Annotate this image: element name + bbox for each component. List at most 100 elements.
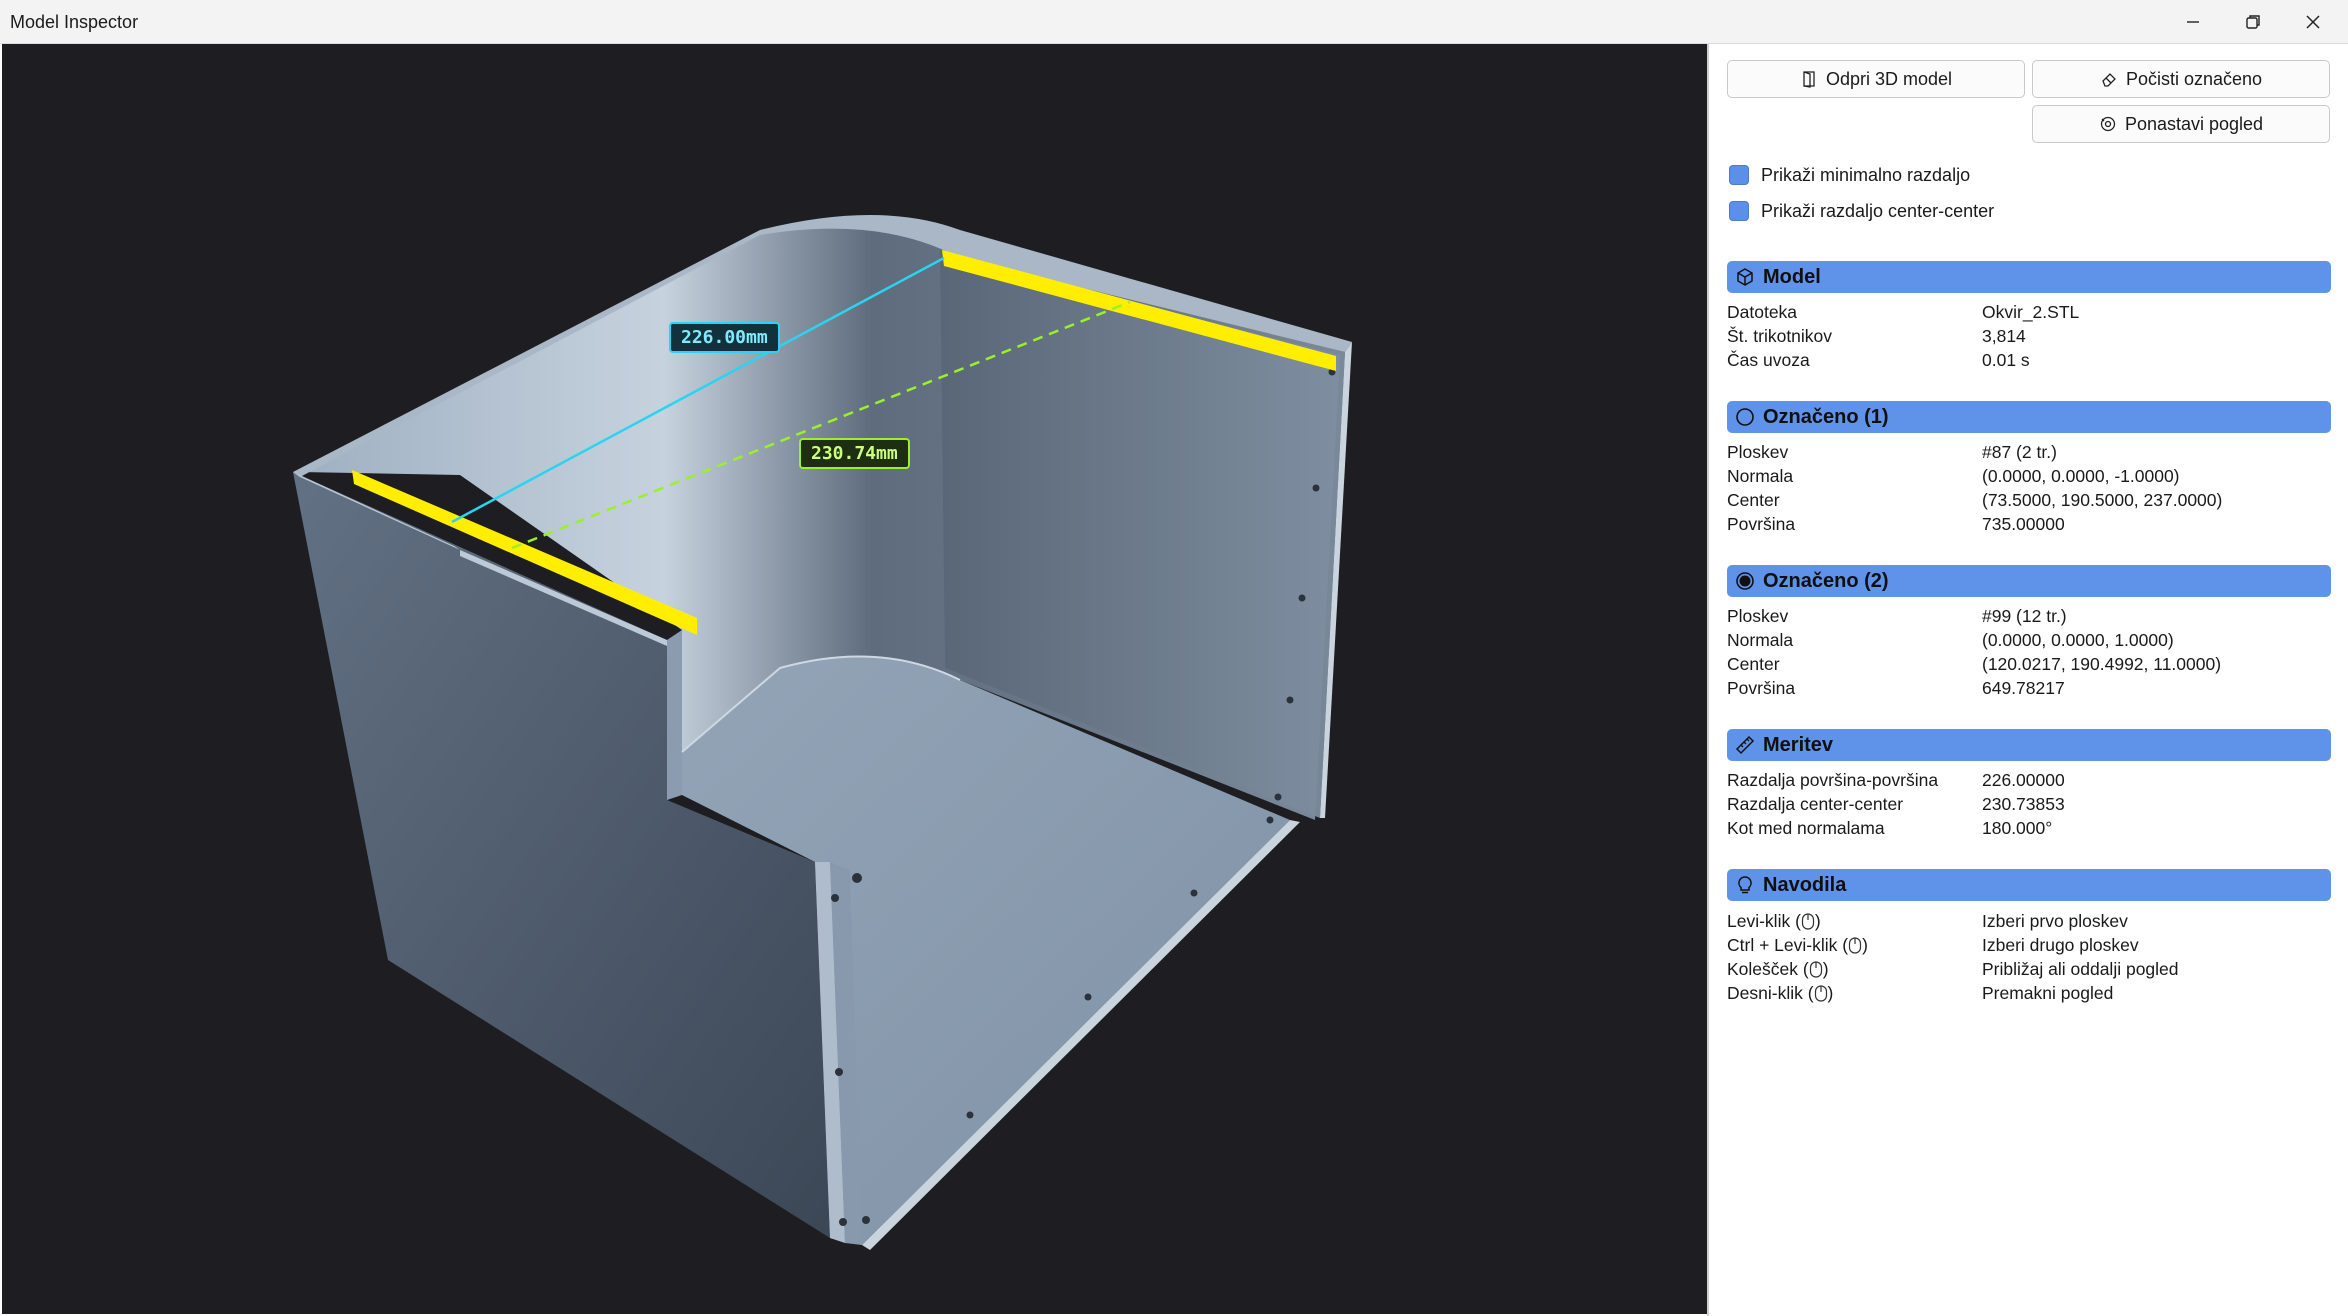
mouse-icon <box>1848 937 1862 954</box>
selection1-row: Ploskev #87 (2 tr.) <box>1727 440 2327 464</box>
selection2-properties: Ploskev #99 (12 tr.) Normala (0.0000, 0.00… <box>1727 604 2327 700</box>
selection2-row: Normala (0.0000, 0.0000, 1.0000) <box>1727 628 2327 652</box>
show-center-distance-label: Prikaži razdaljo center-center <box>1761 200 1995 221</box>
minimize-button[interactable] <box>2163 0 2223 44</box>
show-min-distance-label: Prikaži minimalno razdaljo <box>1761 164 1971 185</box>
show-center-distance-option[interactable]: Prikaži razdaljo center-center <box>1729 198 1994 224</box>
model-render <box>293 215 1352 1250</box>
close-button[interactable] <box>2283 0 2343 44</box>
minimize-icon <box>2187 21 2199 23</box>
help-properties: Levi-klik () Izberi prvo ploskev Ctrl + L… <box>1727 909 2327 1005</box>
model-properties: Datoteka Okvir_2.STL Št. trikotnikov 3,814… <box>1727 300 2327 372</box>
property-value: 3,814 <box>1982 326 2026 346</box>
shortcut-label: Levi-klik ( <box>1727 911 1801 931</box>
help-row: Kolešček () Približaj ali oddalji pogled <box>1727 957 2327 981</box>
restore-button[interactable] <box>2223 0 2283 44</box>
help-row: Levi-klik () Izberi prvo ploskev <box>1727 909 2327 933</box>
surface-distance-label: 226.00mm <box>669 322 780 353</box>
model-row: Št. trikotnikov 3,814 <box>1727 324 2327 348</box>
property-value: (73.5000, 190.5000, 237.0000) <box>1982 490 2223 510</box>
property-key: Površina <box>1727 514 1796 534</box>
mouse-icon <box>1814 985 1827 1002</box>
center-distance-value: 230.74mm <box>811 443 898 464</box>
window-title: Model Inspector <box>10 12 139 32</box>
selection2-section-title: Označeno (2) <box>1763 569 1889 592</box>
model-row: Datoteka Okvir_2.STL <box>1727 300 2327 324</box>
help-section-header: Navodila <box>1727 869 2331 901</box>
help-row: Desni-klik () Premakni pogled <box>1727 981 2327 1005</box>
property-key: Razdalja center-center <box>1727 794 1904 814</box>
3d-viewport[interactable]: 226.00mm 230.74mm <box>2 44 1707 1314</box>
surface-distance-value: 226.00mm <box>681 327 768 348</box>
selection1-row: Normala (0.0000, 0.0000, -1.0000) <box>1727 464 2327 488</box>
property-key: Ctrl + Levi-klik () <box>1727 935 1868 955</box>
model-section-title: Model <box>1763 265 1821 288</box>
property-key: Čas uvoza <box>1727 350 1810 370</box>
measurement-row: Razdalja center-center 230.73853 <box>1727 792 2327 816</box>
measurement-section-header: Meritev <box>1727 729 2331 761</box>
camera-reset-icon <box>2100 116 2116 132</box>
measurement-row: Kot med normalama 180.000° <box>1727 816 2327 840</box>
property-key: Datoteka <box>1727 302 1798 322</box>
help-section-title: Navodila <box>1763 873 1847 896</box>
property-value: 180.000° <box>1982 818 2053 838</box>
property-key: Desni-klik () <box>1727 983 1834 1003</box>
property-key: Kolešček () <box>1727 959 1829 979</box>
shortcut-label: Kolešček ( <box>1727 959 1809 979</box>
show-center-distance-checkbox[interactable] <box>1729 201 1749 221</box>
property-key: Št. trikotnikov <box>1727 326 1833 346</box>
open-model-label: Odpri 3D model <box>1825 68 1953 89</box>
title-bar: Model Inspector <box>0 0 2348 44</box>
property-value: Izberi drugo ploskev <box>1982 935 2139 955</box>
property-key: Levi-klik () <box>1727 911 1821 931</box>
lightbulb-icon <box>1738 876 1752 894</box>
cube-icon <box>1737 268 1753 286</box>
reset-view-button[interactable]: Ponastavi pogled <box>2032 105 2330 143</box>
clear-selection-button[interactable]: Počisti označeno <box>2032 60 2330 98</box>
selection2-row: Ploskev #99 (12 tr.) <box>1727 604 2327 628</box>
property-value: 0.01 s <box>1982 350 2030 370</box>
property-value: #99 (12 tr.) <box>1982 606 2067 626</box>
selection1-row: Center (73.5000, 190.5000, 237.0000) <box>1727 488 2327 512</box>
ruler-icon <box>1735 735 1755 755</box>
property-key: Površina <box>1727 678 1796 698</box>
selection1-properties: Ploskev #87 (2 tr.) Normala (0.0000, 0.000… <box>1727 440 2327 536</box>
property-key: Normala <box>1727 466 1794 486</box>
selection2-row: Površina 649.78217 <box>1727 676 2327 700</box>
mouse-icon <box>1809 961 1822 978</box>
measurement-properties: Razdalja površina-površina 226.00000 Razd… <box>1727 768 2327 840</box>
property-value: Izberi prvo ploskev <box>1982 911 2128 931</box>
property-key: Kot med normalama <box>1727 818 1885 838</box>
close-icon <box>2306 15 2320 29</box>
property-value: 226.00000 <box>1982 770 2065 790</box>
open-model-button[interactable]: Odpri 3D model <box>1727 60 2025 98</box>
center-distance-label: 230.74mm <box>799 438 910 469</box>
model-section-header: Model <box>1727 261 2331 293</box>
selection1-row: Površina 735.00000 <box>1727 512 2327 536</box>
property-value: Premakni pogled <box>1982 983 2114 1003</box>
model-row: Čas uvoza 0.01 s <box>1727 348 2327 372</box>
mouse-icon <box>1801 913 1815 930</box>
selection1-section-header: Označeno (1) <box>1727 401 2331 433</box>
door-icon <box>1803 71 1815 88</box>
property-value: (0.0000, 0.0000, 1.0000) <box>1982 630 2174 650</box>
show-min-distance-option[interactable]: Prikaži minimalno razdaljo <box>1729 162 1970 188</box>
selection2-row: Center (120.0217, 190.4992, 11.0000) <box>1727 652 2327 676</box>
inspector-panel: Odpri 3D model Počisti označeno Ponastav… <box>1709 44 2348 1316</box>
eraser-icon <box>2102 73 2116 87</box>
clear-selection-label: Počisti označeno <box>2125 68 2263 89</box>
property-key: Razdalja površina-površina <box>1727 770 1939 790</box>
property-value: 230.73853 <box>1982 794 2065 814</box>
circle-outline-icon <box>1736 408 1754 426</box>
show-min-distance-checkbox[interactable] <box>1729 165 1749 185</box>
measurement-row: Razdalja površina-površina 226.00000 <box>1727 768 2327 792</box>
circle-filled-icon <box>1736 572 1754 590</box>
property-value: Približaj ali oddalji pogled <box>1982 959 2179 979</box>
property-value: (120.0217, 190.4992, 11.0000) <box>1982 654 2222 674</box>
property-value: Okvir_2.STL <box>1982 302 2080 322</box>
shortcut-label: Ctrl + Levi-klik ( <box>1727 935 1849 955</box>
reset-view-label: Ponastavi pogled <box>2124 113 2264 134</box>
selection2-section-header: Označeno (2) <box>1727 565 2331 597</box>
property-key: Center <box>1727 490 1780 510</box>
property-key: Ploskev <box>1727 606 1789 626</box>
